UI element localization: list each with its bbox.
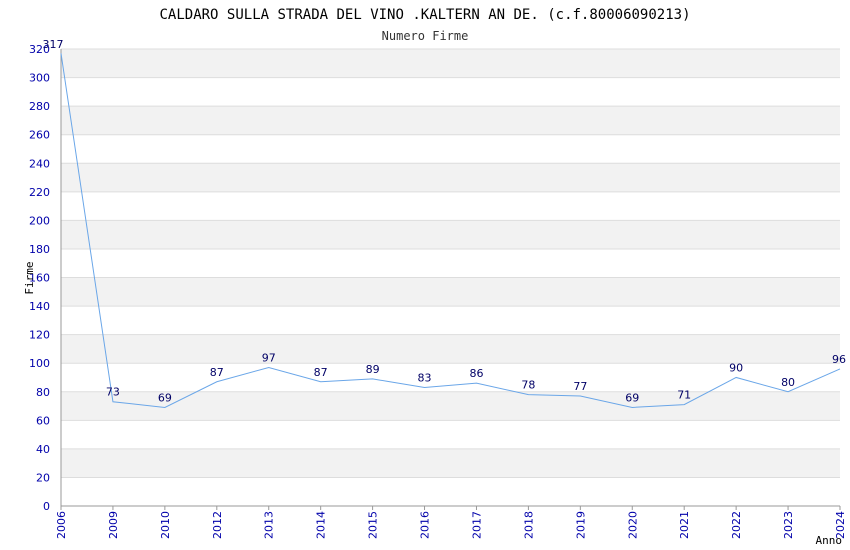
- data-label: 317: [43, 38, 64, 51]
- x-tick-label: 2013: [263, 511, 276, 539]
- data-label: 77: [573, 380, 587, 393]
- x-tick-label: 2021: [678, 511, 691, 539]
- plot-bands: [61, 49, 840, 478]
- y-tick-label: 40: [36, 443, 50, 456]
- data-label: 78: [521, 379, 535, 392]
- y-tick-label: 100: [29, 357, 50, 370]
- grid-band: [61, 163, 840, 192]
- data-label: 71: [677, 389, 691, 402]
- y-tick-label: 0: [43, 500, 50, 513]
- data-label: 73: [106, 386, 120, 399]
- x-tick-label: 2017: [470, 511, 483, 539]
- chart-title: CALDARO SULLA STRADA DEL VINO .KALTERN A…: [159, 7, 690, 23]
- y-axis-label: Firme: [23, 261, 36, 294]
- y-tick-label: 280: [29, 100, 50, 113]
- y-tick-label: 20: [36, 471, 50, 484]
- x-tick-label: 2009: [107, 511, 120, 539]
- y-tick-label: 200: [29, 214, 50, 227]
- grid-band: [61, 106, 840, 135]
- chart-subtitle: Numero Firme: [382, 29, 469, 43]
- x-tick-label: 2014: [315, 511, 328, 539]
- y-tick-label: 240: [29, 157, 50, 170]
- x-tick-label: 2019: [574, 511, 587, 539]
- y-tick-label: 140: [29, 300, 50, 313]
- data-label: 83: [418, 371, 432, 384]
- x-tick-label: 2010: [159, 511, 172, 539]
- x-tick-label: 2016: [419, 511, 432, 539]
- y-tick-label: 120: [29, 329, 50, 342]
- x-tick-label: 2020: [626, 511, 639, 539]
- x-tick-label: 2006: [55, 511, 68, 539]
- x-tick-label: 2022: [730, 511, 743, 539]
- data-label: 80: [781, 376, 795, 389]
- x-ticks: 2006 2009 2010 2012 2013 2014 2015 2016 2017 2018…: [55, 506, 847, 539]
- y-tick-label: 220: [29, 186, 50, 199]
- data-label: 90: [729, 361, 743, 374]
- grid-band: [61, 277, 840, 307]
- x-tick-label: 2023: [782, 511, 795, 539]
- data-label: 87: [210, 366, 224, 379]
- x-tick-label: 2012: [211, 511, 224, 539]
- data-label: 87: [314, 366, 328, 379]
- data-label: 69: [625, 391, 639, 404]
- data-label: 86: [469, 367, 483, 380]
- y-tick-label: 300: [29, 72, 50, 85]
- x-tick-label: 2015: [367, 511, 380, 539]
- y-tick-label: 60: [36, 414, 50, 427]
- chart: 0204060801001201401601802002202402602803…: [23, 7, 847, 547]
- x-axis-label: Anno: [816, 534, 843, 547]
- x-tick-label: 2018: [522, 511, 535, 539]
- data-label: 97: [262, 351, 276, 364]
- data-label: 89: [366, 363, 380, 376]
- grid-band: [61, 448, 840, 478]
- y-tick-label: 260: [29, 129, 50, 142]
- data-label: 69: [158, 391, 172, 404]
- grid-band: [61, 391, 840, 421]
- grid-band: [61, 49, 840, 78]
- y-tick-label: 180: [29, 243, 50, 256]
- grid-band: [61, 334, 840, 364]
- data-label: 96: [832, 353, 846, 366]
- grid-band: [61, 220, 840, 249]
- y-tick-label: 80: [36, 386, 50, 399]
